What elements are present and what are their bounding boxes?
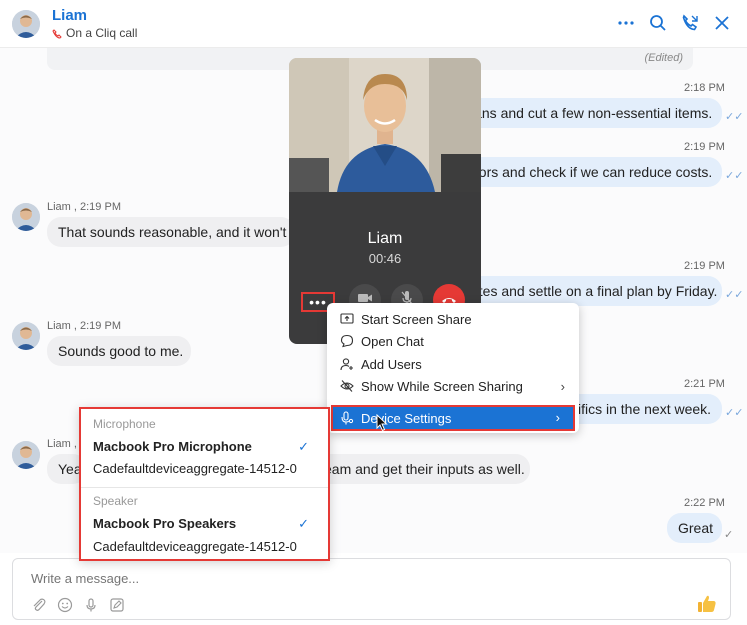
message-bubble[interactable]: Sounds good to me. bbox=[47, 336, 191, 366]
chat-icon bbox=[340, 334, 354, 348]
caller-name: Liam bbox=[367, 230, 403, 247]
message-bubble[interactable]: lans and cut a few non-essential items. bbox=[460, 98, 722, 128]
contact-name[interactable]: Liam bbox=[52, 7, 87, 24]
speaker-option[interactable]: Cadefaultdeviceaggregate-14512-0 bbox=[93, 539, 319, 554]
call-options-menu: Start Screen Share Open Chat Add Users S… bbox=[327, 303, 579, 433]
avatar[interactable] bbox=[12, 203, 40, 231]
avatar[interactable] bbox=[12, 441, 40, 469]
menu-item-label: Show While Screen Sharing bbox=[361, 378, 523, 394]
message-bubble[interactable]: cifics in the next week. bbox=[560, 394, 722, 424]
message-time: 2:18 PM bbox=[684, 82, 725, 94]
menu-item-label: Start Screen Share bbox=[361, 311, 472, 327]
avatar[interactable] bbox=[12, 322, 40, 350]
divider bbox=[81, 487, 328, 488]
check-icon: ✓ bbox=[298, 439, 309, 454]
device-label: Macbook Pro Microphone bbox=[93, 439, 252, 454]
microphone-option[interactable]: Cadefaultdeviceaggregate-14512-0 bbox=[93, 461, 319, 476]
menu-item-label: Device Settings bbox=[361, 410, 452, 426]
chat-header: Liam On a Cliq call bbox=[0, 0, 747, 48]
call-status-text: On a Cliq call bbox=[66, 26, 138, 40]
menu-item-start-screen-share[interactable]: Start Screen Share bbox=[327, 308, 579, 330]
menu-item-open-chat[interactable]: Open Chat bbox=[327, 330, 579, 352]
message-composer[interactable] bbox=[12, 558, 731, 620]
menu-item-add-users[interactable]: Add Users bbox=[327, 353, 579, 375]
edit-icon[interactable] bbox=[109, 597, 125, 613]
menu-item-label: Add Users bbox=[361, 356, 422, 372]
call-status: On a Cliq call bbox=[52, 26, 137, 40]
microphone-heading: Microphone bbox=[93, 417, 156, 431]
device-label: Cadefaultdeviceaggregate-14512-0 bbox=[93, 539, 297, 554]
read-receipt-icon: ✓✓ bbox=[725, 407, 744, 419]
eye-slash-icon bbox=[340, 379, 354, 393]
device-label: Macbook Pro Speakers bbox=[93, 516, 237, 531]
emoji-icon[interactable] bbox=[57, 597, 73, 613]
message-sender: Liam , 2:19 PM bbox=[47, 320, 121, 332]
chevron-right-icon: › bbox=[560, 379, 565, 394]
attach-icon[interactable] bbox=[31, 597, 47, 613]
device-label: Cadefaultdeviceaggregate-14512-0 bbox=[93, 461, 297, 476]
close-icon[interactable] bbox=[713, 14, 731, 32]
read-receipt-icon: ✓✓ bbox=[725, 289, 744, 301]
message-time: 2:21 PM bbox=[684, 378, 725, 390]
more-options-icon[interactable] bbox=[617, 14, 635, 32]
read-receipt-icon: ✓✓ bbox=[725, 170, 744, 182]
search-icon[interactable] bbox=[649, 14, 667, 32]
message-input[interactable] bbox=[31, 571, 631, 586]
microphone-icon[interactable] bbox=[83, 597, 99, 613]
device-settings-panel: Microphone Macbook Pro Microphone ✓ Cade… bbox=[79, 407, 330, 561]
menu-item-label: Open Chat bbox=[361, 333, 424, 349]
add-user-icon bbox=[340, 357, 354, 371]
phone-icon bbox=[52, 28, 62, 39]
call-icon[interactable] bbox=[681, 14, 699, 32]
microphone-option[interactable]: Macbook Pro Microphone ✓ bbox=[93, 439, 319, 454]
message-time: 2:19 PM bbox=[684, 260, 725, 272]
message-bubble[interactable]: Great bbox=[667, 513, 722, 543]
speaker-option[interactable]: Macbook Pro Speakers ✓ bbox=[93, 516, 319, 531]
call-window[interactable]: Liam 00:46 ••• bbox=[289, 58, 481, 344]
menu-item-device-settings[interactable]: Device Settings › bbox=[331, 405, 575, 431]
video-feed bbox=[289, 58, 481, 192]
speaker-heading: Speaker bbox=[93, 494, 138, 508]
menu-item-show-while-screen-sharing[interactable]: Show While Screen Sharing › bbox=[327, 375, 579, 397]
call-timer: 00:46 bbox=[368, 251, 402, 266]
device-settings-icon bbox=[340, 411, 354, 425]
check-icon: ✓ bbox=[298, 516, 309, 531]
message-time: 2:22 PM bbox=[684, 497, 725, 509]
message-sender: Liam , 2:19 PM bbox=[47, 201, 121, 213]
chevron-right-icon: › bbox=[555, 410, 560, 425]
avatar[interactable] bbox=[12, 10, 40, 38]
edited-label: (Edited) bbox=[644, 52, 683, 64]
message-bubble[interactable]: ates and settle on a final plan by Frida… bbox=[460, 276, 722, 306]
screen-share-icon bbox=[340, 312, 354, 326]
read-receipt-icon: ✓✓ bbox=[725, 111, 744, 123]
message-time: 2:19 PM bbox=[684, 141, 725, 153]
message-bubble[interactable]: eam and get their inputs as well. bbox=[300, 454, 530, 484]
message-bubble[interactable]: That sounds reasonable, and it won't af bbox=[47, 217, 295, 247]
thumbs-up-icon[interactable] bbox=[696, 593, 718, 615]
mouse-cursor-icon bbox=[376, 414, 388, 432]
message-bubble[interactable]: dors and check if we can reduce costs. bbox=[460, 157, 722, 187]
read-receipt-icon: ✓ bbox=[724, 529, 734, 541]
